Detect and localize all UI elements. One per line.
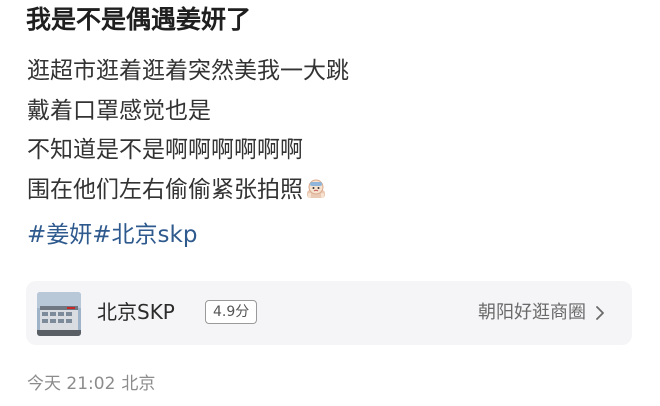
post-time: 今天 21:02 — [27, 374, 116, 394]
post-line: 逛超市逛着逛着突然美我一大跳 — [27, 58, 349, 84]
chevron-right-icon — [594, 305, 606, 321]
location-name: 北京SKP — [97, 300, 175, 324]
nervous-face-emoji-icon — [305, 174, 327, 198]
rating-badge: 4.9分 — [205, 300, 258, 324]
post-line: 不知道是不是啊啊啊啊啊啊 — [27, 137, 303, 163]
district-label: 朝阳好逛商圈 — [478, 302, 586, 323]
post-body: 逛超市逛着逛着突然美我一大跳 戴着口罩感觉也是 不知道是不是啊啊啊啊啊啊 围在他… — [27, 52, 349, 210]
post-container: 我是不是偶遇姜妍了 逛超市逛着逛着突然美我一大跳 戴着口罩感觉也是 不知道是不是… — [0, 0, 660, 406]
post-line: 戴着口罩感觉也是 — [27, 97, 211, 124]
post-meta: 今天 21:02 北京 — [27, 371, 155, 397]
post-line-text: 围在他们左右偷偷紧张拍照 — [27, 176, 303, 203]
mall-thumbnail-image — [37, 292, 81, 336]
location-card[interactable]: 北京SKP 4.9分 朝阳好逛商圈 — [26, 281, 632, 345]
post-line-with-emoji: 围在他们左右偷偷紧张拍照 — [27, 171, 349, 211]
post-title: 我是不是偶遇姜妍了 — [26, 5, 252, 34]
hashtag-row: #姜妍#北京skp — [27, 215, 197, 255]
post-location: 北京 — [121, 374, 156, 394]
hashtag-link[interactable]: #北京skp — [92, 222, 197, 248]
hashtag-link[interactable]: #姜妍 — [27, 222, 92, 248]
